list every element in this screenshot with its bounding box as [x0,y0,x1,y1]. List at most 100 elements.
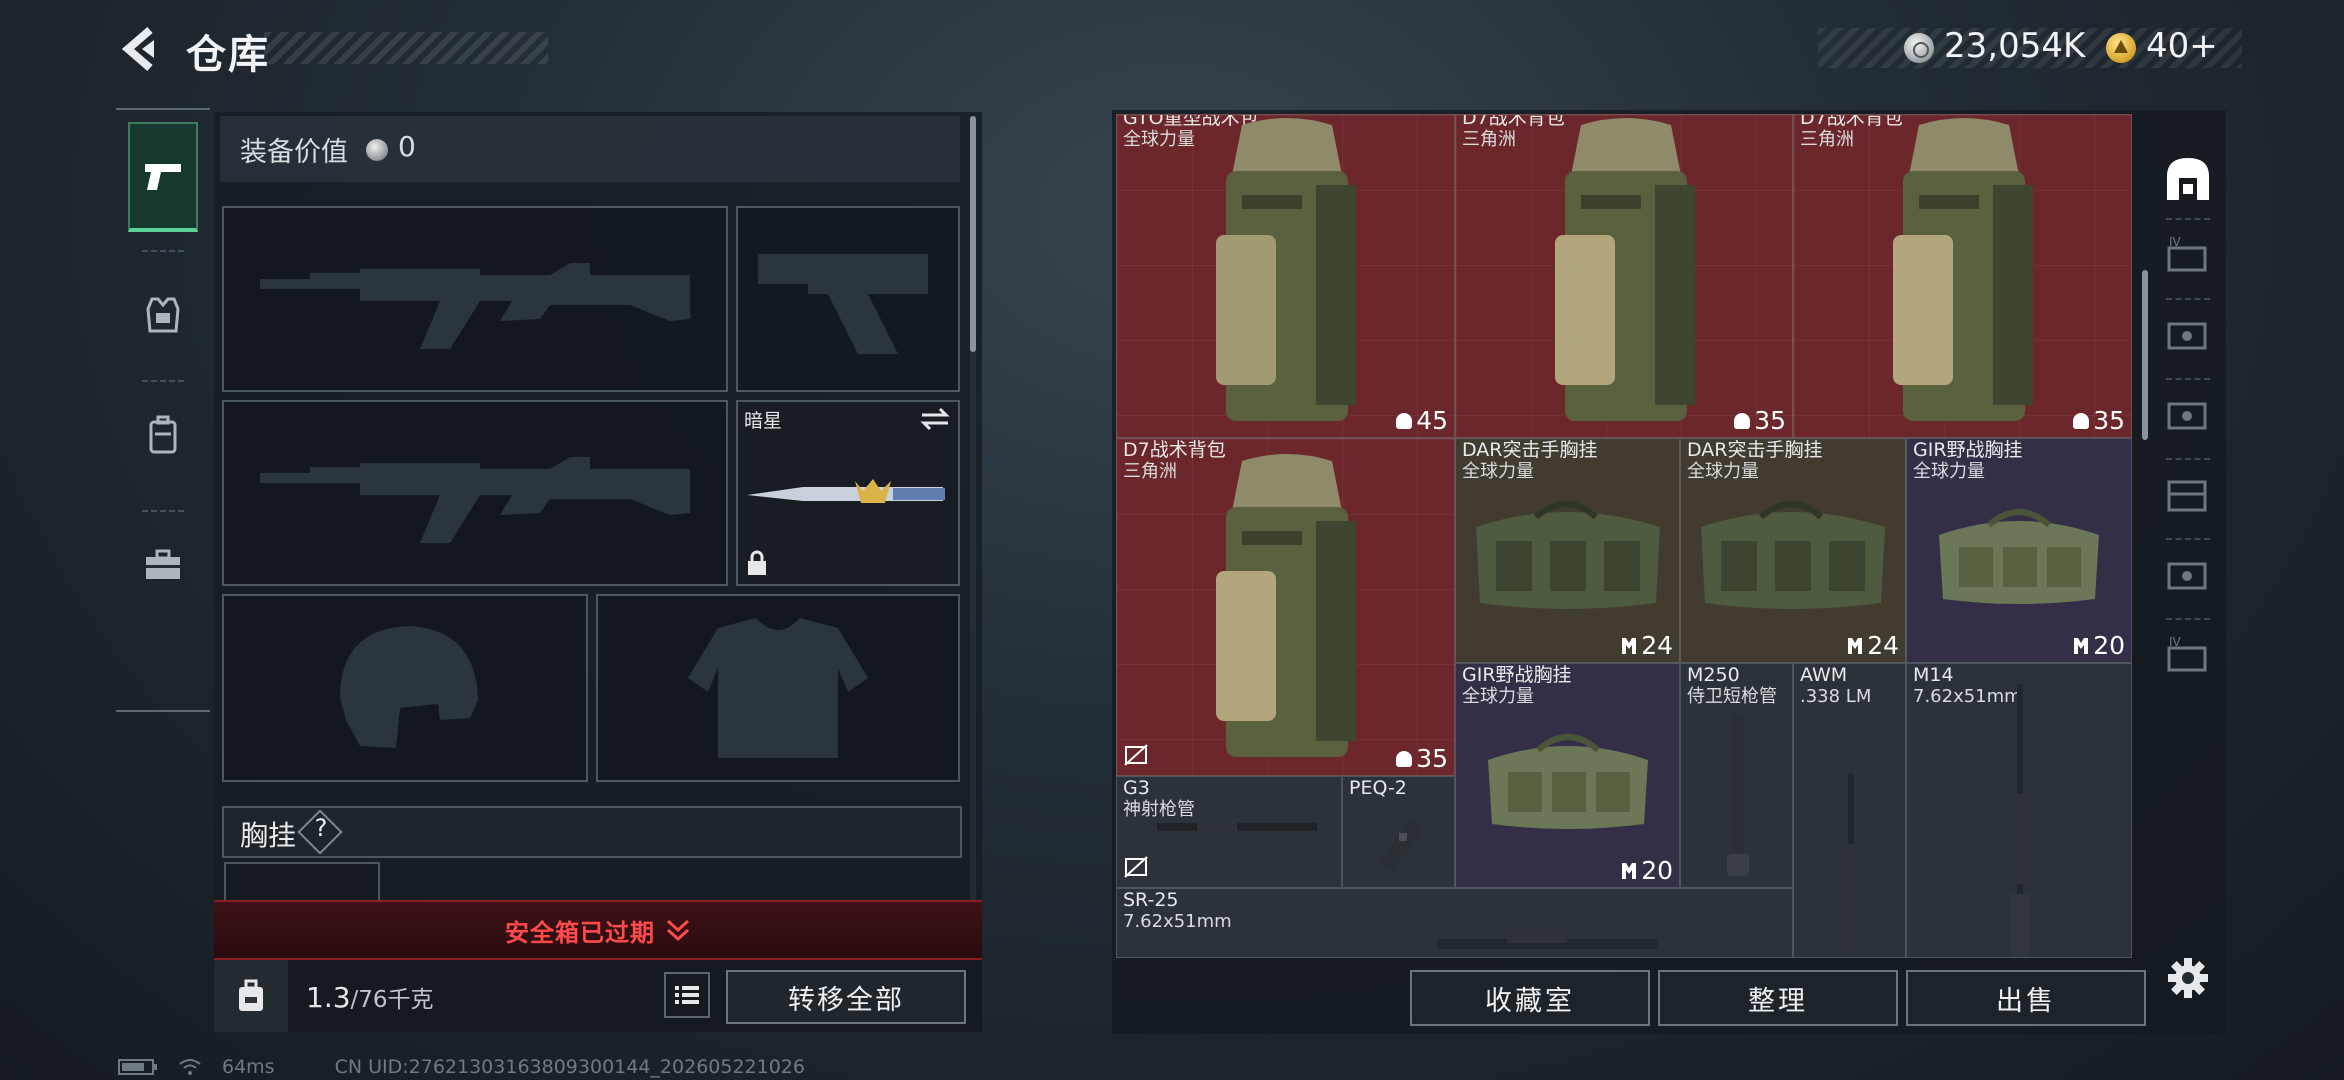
item-count-value: 35 [1754,406,1786,435]
item-count: 35 [2073,406,2125,435]
collection-room-button[interactable]: 收藏室 [1410,970,1650,1026]
item-name: DAR突击手胸挂 [1687,439,1823,461]
safe-box-expired-banner[interactable]: 安全箱已过期 [214,900,982,960]
body-armor-slot[interactable] [596,594,960,782]
secondary-weapon-slot[interactable] [222,400,728,586]
storage-filter-rail: IV IV [2150,114,2226,1034]
rail-item-toolbox[interactable] [128,510,198,620]
storage-item[interactable]: DAR突击手胸挂 全球力量 24 [1680,438,1906,663]
chest-rig-label: 胸挂 [240,819,297,852]
settings-button[interactable] [2160,950,2216,1006]
item-count: 35 [1396,744,1448,773]
storage-item[interactable]: PEQ-2 [1342,776,1455,888]
filter-cards-2[interactable] [2160,386,2216,442]
storage-item[interactable]: D7战术背包 三角洲 35 [1793,114,2132,438]
card-icon [2167,562,2207,590]
carry-weight: 1.3/76千克 [306,980,434,1014]
item-sub: 三角洲 [1800,129,1854,150]
storage-item[interactable]: DAR突击手胸挂 全球力量 24 [1455,438,1680,663]
armor-silhouette-icon [688,618,868,758]
storage-item[interactable]: D7战术背包 三角洲 35 [1116,438,1455,776]
filter-level-4[interactable]: IV [2160,226,2216,282]
ghost-count-icon [2073,412,2090,429]
item-count: 35 [1734,406,1786,435]
silver-currency-amount: 23,054K [1944,26,2086,66]
storage-item[interactable]: G3 神射枪管 [1116,776,1342,888]
back-arrow-icon [121,26,154,72]
title-decoration [264,32,548,64]
storage-item[interactable]: AWM .338 LM [1793,663,1906,958]
sidearm-slot[interactable] [736,206,960,392]
storage-item[interactable]: M250 侍卫短枪管 [1680,663,1793,888]
card-icon [2167,322,2207,350]
item-name: PEQ-2 [1349,777,1407,799]
filter-cases[interactable] [2160,466,2216,522]
chest-rig-count-icon [1622,637,1637,654]
chest-rig-art [1701,501,1885,609]
toolbox-icon [146,549,180,579]
double-chevron-down-icon [666,919,690,942]
list-icon [675,986,699,1004]
item-sub: 三角洲 [1462,129,1516,150]
rifle-art [2009,684,2031,957]
swap-icon[interactable] [920,406,950,436]
item-count-value: 35 [1416,744,1448,773]
item-name: M14 [1913,664,1954,686]
storage-item[interactable]: GIR野战胸挂 全球力量 20 [1906,438,2132,663]
status-footer: 64ms CN UID:2762130316380930014​4_202605… [118,1056,805,1078]
storage-item[interactable]: GIR野战胸挂 全球力量 20 [1455,663,1680,888]
loadout-scrollbar-thumb[interactable] [970,116,976,352]
back-button[interactable] [118,24,162,74]
item-count: 20 [1621,856,1673,885]
rifle-silhouette-icon [260,457,690,543]
rail-item-backpack[interactable] [128,380,198,490]
help-icon[interactable]: ? [311,814,331,842]
battery-icon [118,1059,157,1075]
filter-level-4-b[interactable]: IV [2160,626,2216,682]
storage-grid[interactable]: GTO重型战术包 全球力量 45 D7战术背包 三角洲 35 D7战术背包 三角… [1116,114,2132,958]
armor-tier-icon: IV [2167,635,2207,672]
filter-all[interactable] [2160,150,2216,206]
melee-slot[interactable]: 暗星 [736,400,960,586]
item-name: AWM [1800,664,1848,686]
item-count-value: 20 [1641,856,1673,885]
storage-scrollbar-thumb[interactable] [2142,270,2148,440]
primary-weapon-slot[interactable] [222,206,728,392]
backpack-capacity-button[interactable] [214,960,288,1032]
item-sub: 侍卫短枪管 [1687,686,1777,707]
item-sub: 全球力量 [1462,461,1534,482]
chest-rig-art [1488,734,1648,829]
gear-icon [2168,958,2208,998]
item-count-value: 35 [2093,406,2125,435]
storage-item[interactable]: M14 7.62x51mm [1906,663,2132,958]
item-sub: .338 LM [1800,686,1872,707]
list-view-button[interactable] [664,972,710,1018]
storage-item[interactable]: D7战术背包 三角洲 35 [1455,114,1793,438]
storage-item[interactable]: SR-25 7.62x51mm [1116,888,1793,958]
carry-weight-current: 1.3 [306,981,351,1014]
backpack-icon [239,979,263,1011]
rifle-silhouette-icon [260,263,690,349]
item-count-value: 24 [1641,631,1673,660]
carry-weight-max: /76千克 [350,987,434,1013]
item-count: 20 [2073,631,2125,660]
helmet-slot[interactable] [222,594,588,782]
chest-rig-count-icon [1622,862,1637,879]
chest-rig-slot[interactable] [224,862,380,902]
rail-item-weapons[interactable] [128,122,198,232]
item-count-value: 45 [1416,406,1448,435]
item-sub: 三角洲 [1123,461,1177,482]
transfer-all-button[interactable]: 转移全部 [726,970,966,1024]
storage-item[interactable]: GTO重型战术包 全球力量 45 [1116,114,1455,438]
backpack-art [1893,118,2033,421]
chest-rig-count-icon [1848,637,1863,654]
item-name: DAR突击手胸挂 [1462,439,1598,461]
sell-button[interactable]: 出售 [1906,970,2146,1026]
filter-cards[interactable] [2160,306,2216,362]
organize-button[interactable]: 整理 [1658,970,1898,1026]
card-icon [2167,402,2207,430]
pistol-icon [145,164,181,190]
filter-cards-3[interactable] [2160,546,2216,602]
rail-item-armor[interactable] [128,260,198,370]
gold-currency-amount[interactable]: 40+ [2146,26,2218,66]
